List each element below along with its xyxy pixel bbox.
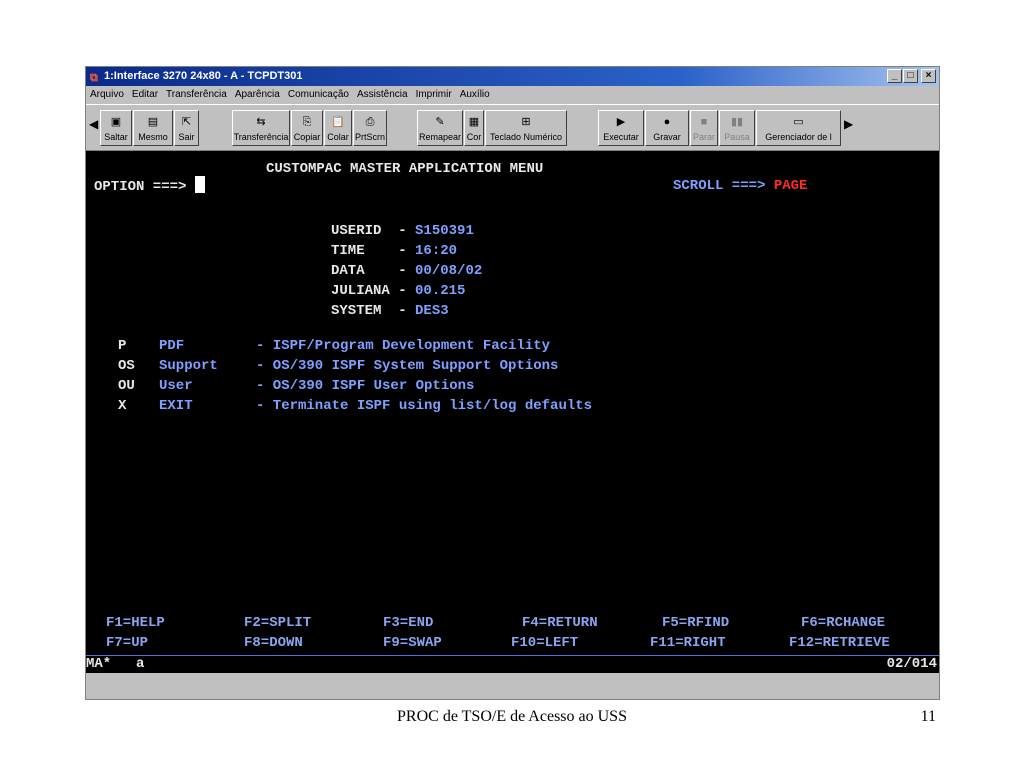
- menu-assistencia[interactable]: Assistência: [353, 86, 412, 104]
- sair-button[interactable]: ⇱ Sair: [174, 110, 199, 146]
- option-desc: - ISPF/Program Development Facility: [256, 338, 551, 354]
- pausa-button[interactable]: ▮▮ Pausa: [719, 110, 755, 146]
- info-row: USERID - S150391: [331, 223, 474, 239]
- slide-page-number: 11: [920, 708, 936, 725]
- cor-button[interactable]: ▦ Cor: [464, 110, 484, 146]
- fkey-f7[interactable]: F7=UP: [106, 633, 148, 653]
- fkey-f1[interactable]: F1=HELP: [106, 613, 165, 633]
- option-name: PDF: [159, 338, 185, 354]
- fkey-f9[interactable]: F9=SWAP: [383, 633, 442, 653]
- terminal-screen[interactable]: CUSTOMPAC MASTER APPLICATION MENU OPTION…: [86, 151, 939, 671]
- paste-icon: 📋: [331, 116, 345, 128]
- menu-bar: Arquivo Editar Transferência Aparência C…: [86, 86, 939, 104]
- status-indicator: MA*: [86, 656, 112, 672]
- color-icon: ▦: [468, 116, 480, 128]
- option-name: User: [159, 378, 193, 394]
- info-row: TIME - 16:20: [331, 243, 458, 259]
- stop-icon: ■: [700, 116, 708, 128]
- menu-auxilio[interactable]: Auxílio: [456, 86, 494, 104]
- record-icon: ●: [663, 116, 671, 128]
- transferencia-icon: ⇆: [256, 116, 266, 128]
- pause-icon: ▮▮: [730, 116, 744, 128]
- fkey-f6[interactable]: F6=RCHANGE: [801, 613, 885, 633]
- toolbar-scroll-right-icon[interactable]: ▶: [844, 117, 853, 131]
- cursor[interactable]: [194, 176, 205, 193]
- toolbar-scroll-left-icon[interactable]: ◀: [89, 117, 98, 131]
- maximize-button[interactable]: □: [903, 69, 918, 83]
- transferencia-button[interactable]: ⇆ Transferência: [232, 110, 290, 146]
- sair-icon: ⇱: [181, 116, 192, 128]
- title-bar[interactable]: ⧉ 1:Interface 3270 24x80 - A - TCPDT301 …: [86, 67, 939, 86]
- fkey-f10[interactable]: F10=LEFT: [511, 633, 578, 653]
- fkey-f12[interactable]: F12=RETRIEVE: [789, 633, 890, 653]
- minimize-button[interactable]: _: [887, 69, 902, 83]
- print-screen-icon: ⎙: [365, 116, 375, 128]
- menu-title: CUSTOMPAC MASTER APPLICATION MENU: [266, 161, 544, 177]
- executar-button[interactable]: ▶ Executar: [598, 110, 644, 146]
- menu-option[interactable]: X: [118, 396, 126, 416]
- remapear-button[interactable]: ✎ Remapear: [417, 110, 463, 146]
- option-name: Support: [159, 358, 218, 374]
- info-row: DATA - 00/08/02: [331, 263, 483, 279]
- emulator-window: ⧉ 1:Interface 3270 24x80 - A - TCPDT301 …: [85, 66, 940, 700]
- prtscrn-button[interactable]: ⎙ PrtScrn: [353, 110, 387, 146]
- mesmo-icon: ▤: [147, 116, 159, 128]
- fkey-f5[interactable]: F5=RFIND: [662, 613, 729, 633]
- slide-caption: PROC de TSO/E de Acesso ao USS: [397, 708, 627, 725]
- fkey-f2[interactable]: F2=SPLIT: [244, 613, 311, 633]
- scroll-field: SCROLL ===> PAGE: [673, 178, 808, 194]
- option-desc: - OS/390 ISPF System Support Options: [256, 358, 559, 374]
- mesmo-button[interactable]: ▤ Mesmo: [133, 110, 173, 146]
- info-row: JULIANA - 00.215: [331, 283, 466, 299]
- option-desc: - OS/390 ISPF User Options: [256, 378, 475, 394]
- menu-option[interactable]: OS: [118, 356, 135, 376]
- cursor-position: 02/014: [886, 656, 937, 672]
- fkey-f4[interactable]: F4=RETURN: [522, 613, 598, 633]
- teclado-numerico-button[interactable]: ⊞ Teclado Numérico: [485, 110, 567, 146]
- copy-icon: ⎘: [302, 116, 312, 128]
- toolbar: ◀ ▣ Saltar ▤ Mesmo ⇱ Sair ⇆ Transferência ⎘ C…: [86, 104, 939, 151]
- fkey-f11[interactable]: F11=RIGHT: [650, 633, 726, 653]
- menu-aparencia[interactable]: Aparência: [231, 86, 284, 104]
- option-label: OPTION ===>: [94, 176, 205, 197]
- operator-info-area: MA* a 02/014: [86, 655, 939, 673]
- manager-icon: ▭: [793, 116, 804, 128]
- status-session: a: [136, 656, 145, 672]
- saltar-icon: ▣: [110, 116, 122, 128]
- scroll-value[interactable]: PAGE: [774, 178, 808, 194]
- fkey-f8[interactable]: F8=DOWN: [244, 633, 303, 653]
- gerenciador-button[interactable]: ▭ Gerenciador de l: [756, 110, 841, 146]
- close-button[interactable]: ×: [921, 69, 936, 83]
- gravar-button[interactable]: ● Gravar: [645, 110, 689, 146]
- menu-imprimir[interactable]: Imprimir: [412, 86, 456, 104]
- colar-button[interactable]: 📋 Colar: [324, 110, 352, 146]
- menu-option[interactable]: P: [118, 336, 126, 356]
- window-title: 1:Interface 3270 24x80 - A - TCPDT301: [104, 70, 303, 82]
- menu-comunicacao[interactable]: Comunicação: [284, 86, 353, 104]
- fkey-f3[interactable]: F3=END: [383, 613, 433, 633]
- option-desc: - Terminate ISPF using list/log defaults: [256, 398, 593, 414]
- saltar-button[interactable]: ▣ Saltar: [100, 110, 132, 146]
- info-row: SYSTEM - DES3: [331, 303, 449, 319]
- remap-icon: ✎: [435, 116, 445, 128]
- menu-editar[interactable]: Editar: [128, 86, 162, 104]
- parar-button[interactable]: ■ Parar: [690, 110, 718, 146]
- keypad-icon: ⊞: [521, 116, 531, 128]
- copiar-button[interactable]: ⎘ Copiar: [291, 110, 323, 146]
- menu-arquivo[interactable]: Arquivo: [86, 86, 128, 104]
- menu-transferencia[interactable]: Transferência: [162, 86, 231, 104]
- menu-option[interactable]: OU: [118, 376, 135, 396]
- run-icon: ▶: [616, 116, 626, 128]
- option-name: EXIT: [159, 398, 193, 414]
